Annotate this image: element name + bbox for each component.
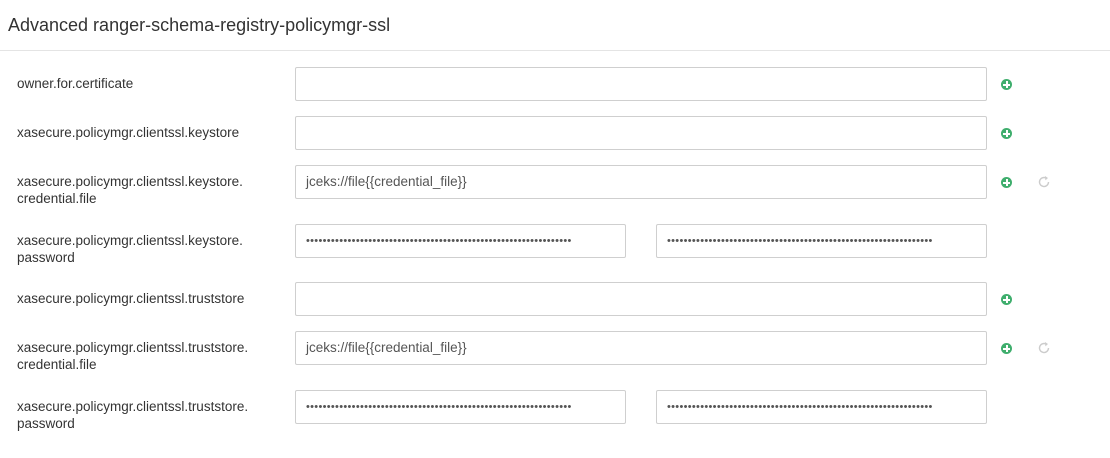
- config-label-line: xasecure.policymgr.clientssl.truststore.: [17, 399, 249, 414]
- config-label: xasecure.policymgr.clientssl.keystore: [17, 125, 240, 140]
- owner-for-certificate-input[interactable]: [295, 67, 987, 101]
- truststore-credential-file-input[interactable]: jceks://file{{credential_file}}: [295, 331, 987, 365]
- config-label: xasecure.policymgr.clientssl.truststore.…: [17, 398, 282, 432]
- undo-icon[interactable]: [1037, 175, 1051, 189]
- config-panel: Advanced ranger-schema-registry-policymg…: [0, 0, 1110, 458]
- panel-title: Advanced ranger-schema-registry-policymg…: [0, 0, 1110, 51]
- config-label: xasecure.policymgr.clientssl.keystore. p…: [17, 232, 282, 266]
- plus-circle-icon[interactable]: [1001, 128, 1012, 139]
- config-label: xasecure.policymgr.clientssl.keystore. c…: [17, 173, 282, 207]
- plus-circle-icon[interactable]: [1001, 294, 1012, 305]
- keystore-password-input[interactable]: ••••••••••••••••••••••••••••••••••••••••…: [295, 224, 626, 258]
- config-label-line: password: [17, 416, 75, 431]
- config-label: xasecure.policymgr.clientssl.truststore: [17, 291, 245, 306]
- plus-circle-icon[interactable]: [1001, 177, 1012, 188]
- config-label: xasecure.policymgr.clientssl.truststore.…: [17, 339, 282, 373]
- plus-circle-icon[interactable]: [1001, 79, 1012, 90]
- config-label-line: password: [17, 250, 75, 265]
- config-label: owner.for.certificate: [17, 76, 134, 91]
- keystore-input[interactable]: [295, 116, 987, 150]
- truststore-input[interactable]: [295, 282, 987, 316]
- config-label-line: credential.file: [17, 357, 97, 372]
- config-label-line: credential.file: [17, 191, 97, 206]
- truststore-password-input[interactable]: ••••••••••••••••••••••••••••••••••••••••…: [295, 390, 626, 424]
- config-label-line: xasecure.policymgr.clientssl.keystore.: [17, 174, 243, 189]
- plus-circle-icon[interactable]: [1001, 343, 1012, 354]
- config-label-line: xasecure.policymgr.clientssl.truststore.: [17, 340, 249, 355]
- keystore-password-confirm-input[interactable]: ••••••••••••••••••••••••••••••••••••••••…: [656, 224, 987, 258]
- keystore-credential-file-input[interactable]: jceks://file{{credential_file}}: [295, 165, 987, 199]
- truststore-password-confirm-input[interactable]: ••••••••••••••••••••••••••••••••••••••••…: [656, 390, 987, 424]
- undo-icon[interactable]: [1037, 341, 1051, 355]
- config-label-line: xasecure.policymgr.clientssl.keystore.: [17, 233, 243, 248]
